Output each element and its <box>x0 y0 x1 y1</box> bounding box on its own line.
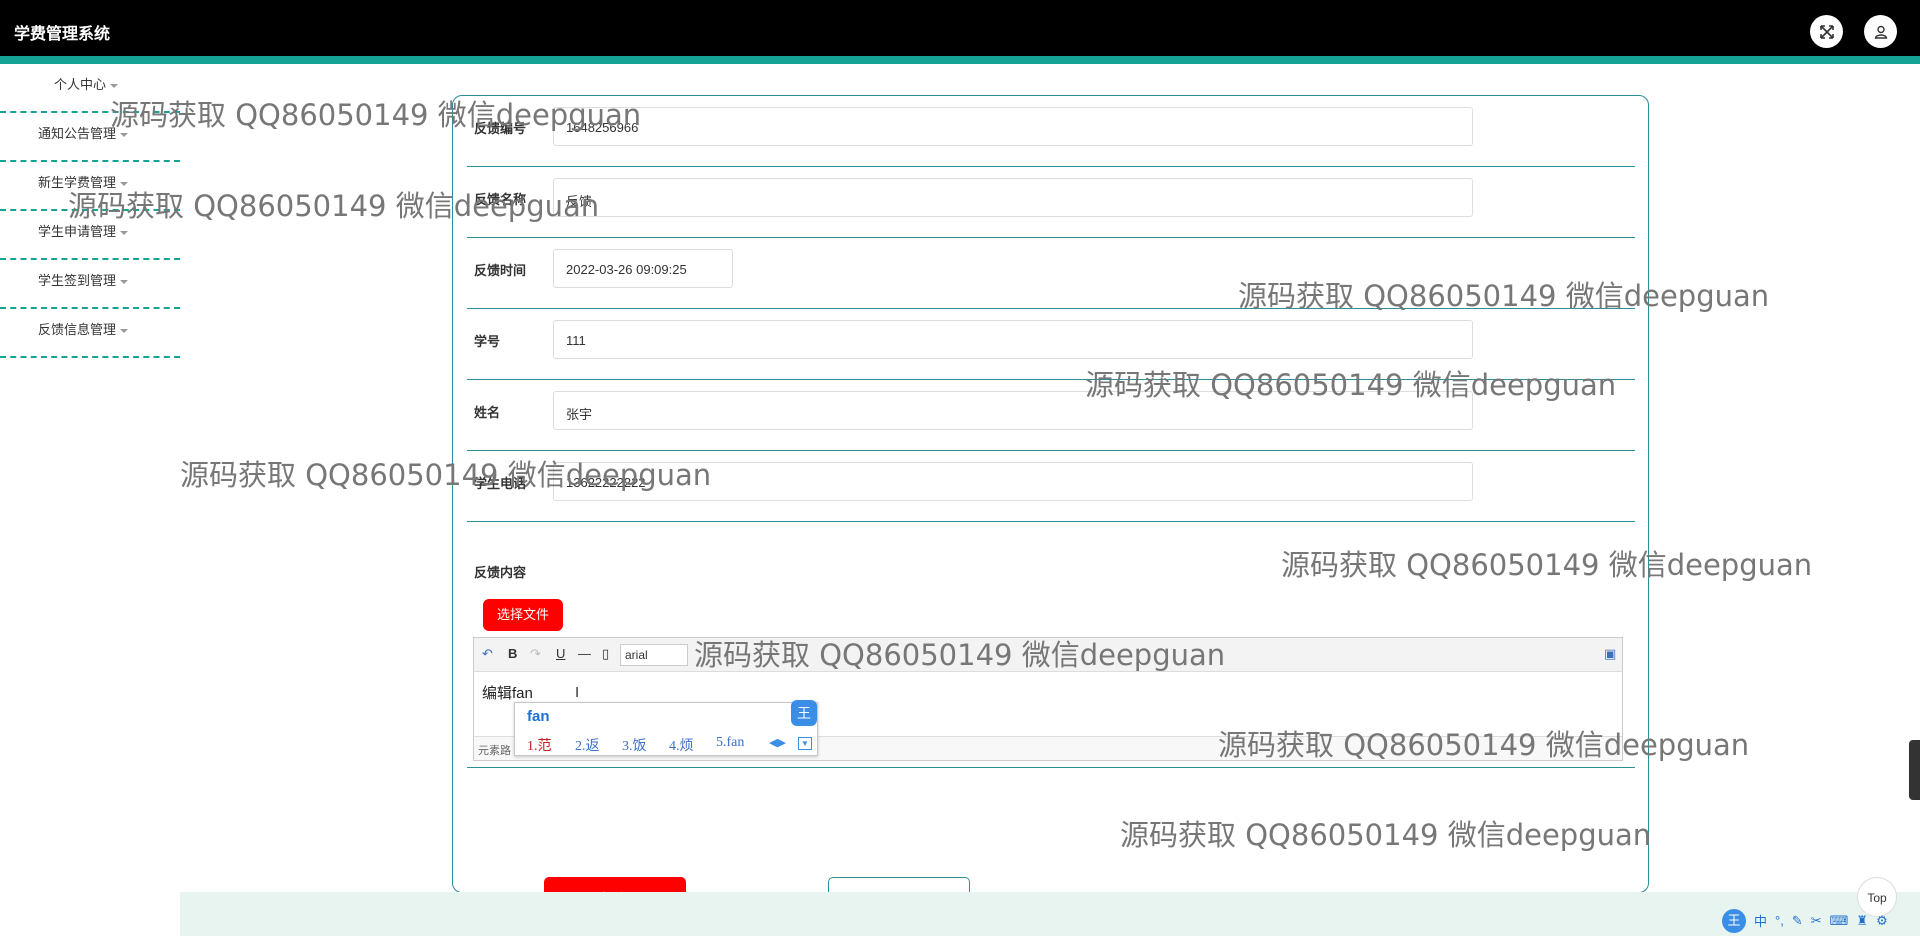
footer-bar <box>180 892 1920 936</box>
field-label: 反馈名称 <box>474 192 527 207</box>
choose-file-button[interactable]: 选择文件 <box>483 599 563 631</box>
fullscreen-icon[interactable] <box>1810 15 1843 48</box>
scissors-icon[interactable]: ✂ <box>1811 913 1822 929</box>
element-path-label: 元素路 <box>478 745 511 757</box>
ime-punctuation-toggle[interactable]: °, <box>1775 913 1784 928</box>
ime-candidate[interactable]: 5.fan <box>716 735 744 751</box>
chevron-down-icon <box>120 279 129 284</box>
underline-icon[interactable]: U <box>556 646 565 661</box>
font-select-value: arial <box>625 648 648 662</box>
field-label: 反馈内容 <box>474 565 527 580</box>
sidebar-item-signin[interactable]: 学生签到管理 <box>0 260 180 309</box>
ime-logo-icon: 王 <box>791 700 817 726</box>
ime-candidate[interactable]: 3.饭 <box>622 735 647 755</box>
sidebar-item-application[interactable]: 学生申请管理 <box>0 211 180 260</box>
sidebar-item-feedback[interactable]: 反馈信息管理 <box>0 309 180 358</box>
editor-content[interactable]: 编辑fan <box>482 682 533 703</box>
redo-icon[interactable]: ↷ <box>530 646 541 662</box>
sidebar-item-label: 反馈信息管理 <box>38 322 117 337</box>
text-cursor-icon: I <box>575 684 580 701</box>
field-label: 学生电话 <box>474 476 527 491</box>
sidebar-item-label: 个人中心 <box>54 77 107 92</box>
field-label: 反馈时间 <box>474 263 527 278</box>
ime-language-toggle[interactable]: 中 <box>1754 911 1767 930</box>
ime-expand-icon[interactable]: ▼ <box>798 737 812 750</box>
app-title: 学费管理系统 <box>14 26 111 43</box>
undo-icon[interactable]: ↶ <box>482 646 493 662</box>
name-input[interactable]: 张宇 <box>553 391 1473 430</box>
form-row-student-id: 学号 111 <box>467 309 1635 380</box>
ime-candidate-window[interactable]: fan 王 1.范 2.返 3.饭 4.烦 5.fan ◀▶ ▼ <box>514 700 818 756</box>
sidebar-item-label: 新生学费管理 <box>38 175 117 190</box>
chevron-down-icon <box>120 132 129 137</box>
form-row-name: 姓名 张宇 <box>467 380 1635 451</box>
skin-icon[interactable]: ♜ <box>1856 913 1868 929</box>
feedback-form-panel: 反馈编号 1648256966 反馈名称 反馈 反馈时间 2022-03-26 … <box>452 95 1649 921</box>
student-id-input[interactable]: 111 <box>553 320 1473 359</box>
user-icon[interactable] <box>1864 15 1897 48</box>
chevron-down-icon <box>120 328 129 333</box>
horizontal-rule-icon[interactable]: — <box>578 646 591 661</box>
chevron-down-icon <box>110 83 119 88</box>
form-row-feedback-name: 反馈名称 反馈 <box>467 167 1635 238</box>
ime-status-bar: 王 中 °, ✎ ✂ ⌨ ♜ ⚙ <box>1722 905 1920 936</box>
form-row-feedback-id: 反馈编号 1648256966 <box>467 96 1635 167</box>
bold-icon[interactable]: B <box>508 646 517 661</box>
ime-candidate[interactable]: 4.烦 <box>669 735 694 755</box>
sidebar-item-label: 学生签到管理 <box>38 273 117 288</box>
document-icon[interactable]: ▯ <box>602 646 609 662</box>
sidebar-item-label: 通知公告管理 <box>38 126 117 141</box>
font-select[interactable]: arial <box>620 644 688 666</box>
sidebar-item-label: 学生申请管理 <box>38 224 117 239</box>
settings-gear-icon[interactable]: ⚙ <box>1876 913 1888 929</box>
editor-toolbar: ↶ B ↷ U — ▯ arial ▣ <box>474 638 1622 672</box>
sidebar-item-personal-center[interactable]: 个人中心 <box>0 64 180 113</box>
fullscreen-editor-icon[interactable]: ▣ <box>1604 646 1616 662</box>
form-row-phone: 学生电话 13622222222 <box>467 451 1635 522</box>
chevron-down-icon <box>120 181 129 186</box>
feedback-id-input[interactable]: 1648256966 <box>553 107 1473 146</box>
ime-page-arrows-icon[interactable]: ◀▶ <box>769 736 786 749</box>
field-label: 学号 <box>474 334 501 349</box>
phone-input[interactable]: 13622222222 <box>553 462 1473 501</box>
ime-composition: fan <box>527 708 550 725</box>
field-label: 姓名 <box>474 405 501 420</box>
top-accent-stripe <box>0 56 1920 64</box>
keyboard-icon[interactable]: ⌨ <box>1830 913 1849 929</box>
form-row-feedback-time: 反馈时间 2022-03-26 09:09:25 <box>467 238 1635 309</box>
sidebar-item-tuition[interactable]: 新生学费管理 <box>0 162 180 211</box>
feedback-name-input[interactable]: 反馈 <box>553 178 1473 217</box>
feedback-time-input[interactable]: 2022-03-26 09:09:25 <box>553 249 733 288</box>
ime-logo-icon[interactable]: 王 <box>1722 908 1746 933</box>
pen-icon[interactable]: ✎ <box>1792 913 1803 929</box>
chevron-down-icon <box>120 230 129 235</box>
side-scroll-handle[interactable] <box>1909 740 1920 800</box>
ime-candidate[interactable]: 2.返 <box>575 735 600 755</box>
sidebar-item-notice[interactable]: 通知公告管理 <box>0 113 180 162</box>
field-label: 反馈编号 <box>474 121 527 136</box>
ime-candidate[interactable]: 1.范 <box>527 735 552 755</box>
top-bar: 学费管理系统 <box>0 0 1920 56</box>
